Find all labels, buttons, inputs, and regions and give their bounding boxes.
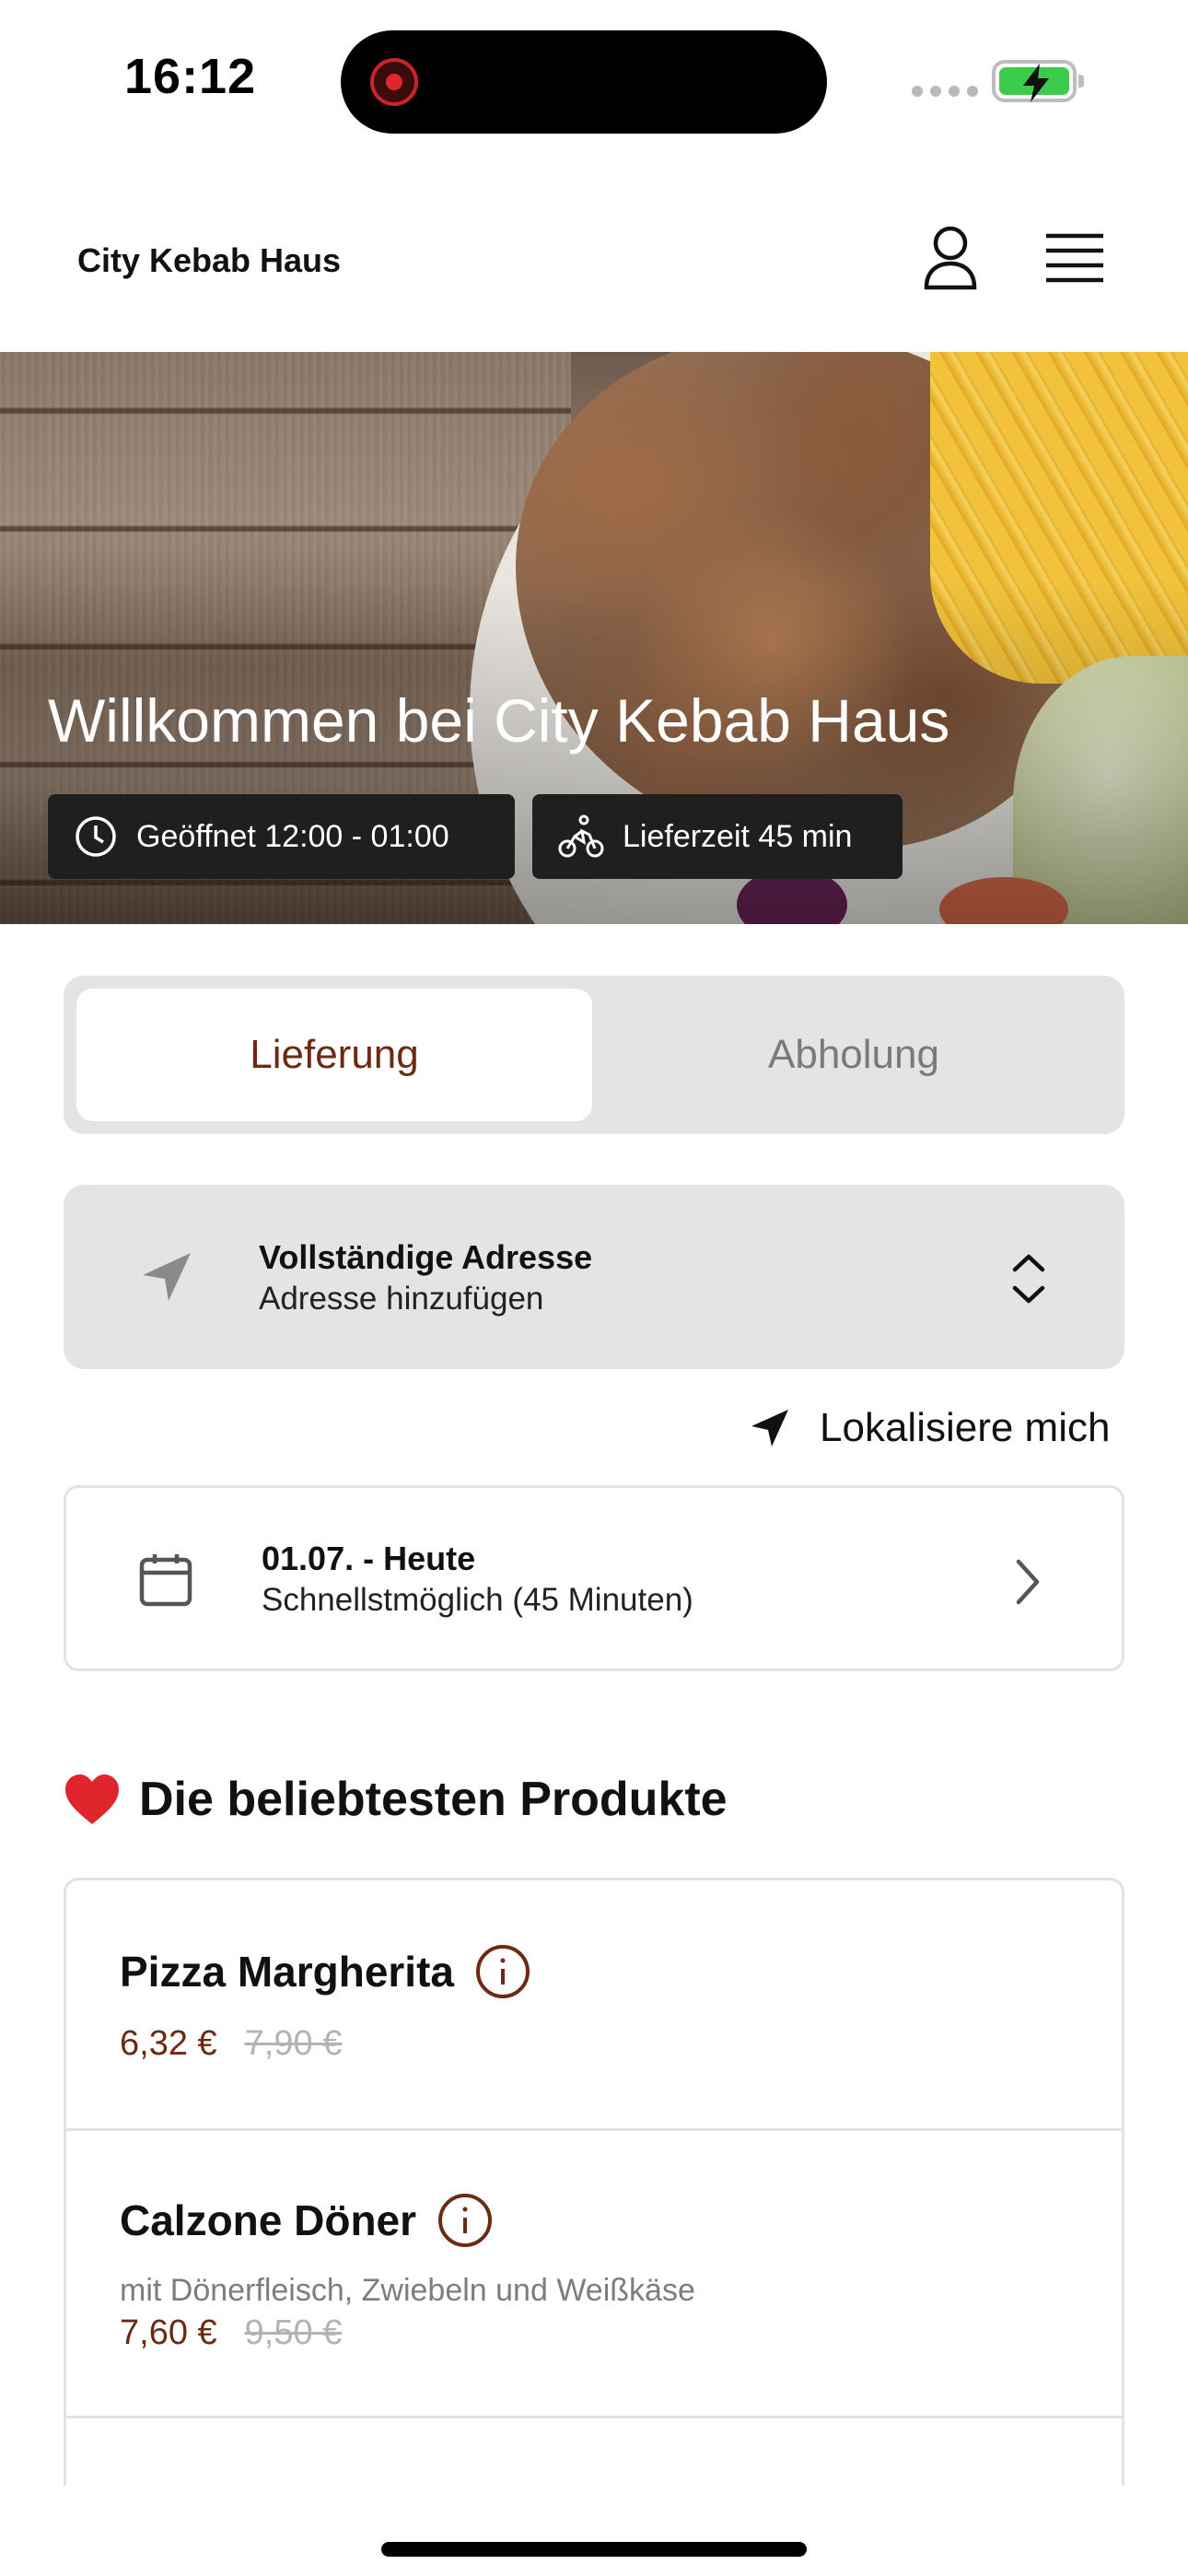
app-header: City Kebab Haus <box>0 166 1188 352</box>
dynamic-island <box>341 30 827 134</box>
locate-me-button[interactable]: Lokalisiere mich <box>748 1400 1110 1456</box>
popular-products-heading: Die beliebtesten Produkte <box>64 1767 728 1832</box>
hero-banner: Willkommen bei City Kebab Haus Geöffnet … <box>0 352 1188 924</box>
product-description: mit Dönerfleisch, Zwiebeln und Weißkäse <box>120 2273 695 2308</box>
delivery-time-selector[interactable]: 01.07. - Heute Schnellstmöglich (45 Minu… <box>64 1485 1124 1671</box>
navigation-arrow-icon <box>143 1253 191 1301</box>
bike-icon <box>558 814 604 858</box>
product-price: 6,32 € <box>120 2024 217 2063</box>
opening-hours-text: Geöffnet 12:00 - 01:00 <box>136 818 449 854</box>
clock-icon <box>76 816 116 857</box>
delivery-time-option: Schnellstmöglich (45 Minuten) <box>262 1582 693 1618</box>
locate-me-label: Lokalisiere mich <box>820 1405 1111 1450</box>
product-price-row: 7,60 € 9,50 € <box>120 2313 342 2353</box>
record-icon <box>370 58 418 106</box>
home-indicator[interactable] <box>381 2542 807 2557</box>
menu-icon[interactable] <box>1044 232 1105 284</box>
info-icon[interactable] <box>437 2192 494 2249</box>
product-name-row: Pizza Margherita <box>120 1943 531 2000</box>
product-name: Calzone Döner <box>120 2196 417 2244</box>
chevron-right-icon <box>1016 1559 1040 1605</box>
opening-hours-badge: Geöffnet 12:00 - 01:00 <box>48 794 515 879</box>
status-bar: 16:12 <box>0 0 1188 166</box>
product-old-price: 7,90 € <box>244 2024 343 2063</box>
signal-icon <box>912 86 978 97</box>
heart-icon <box>65 1774 119 1824</box>
product-price: 7,60 € <box>120 2313 217 2352</box>
address-selector[interactable]: Vollständige Adresse Adresse hinzufügen <box>64 1185 1124 1369</box>
address-placeholder: Adresse hinzufügen <box>259 1281 544 1317</box>
status-time: 16:12 <box>124 49 257 104</box>
tab-delivery[interactable]: Lieferung <box>76 989 592 1121</box>
chevron-up-down-icon <box>1012 1254 1045 1304</box>
tab-pickup[interactable]: Abholung <box>596 989 1112 1121</box>
product-card[interactable]: Calzone Döner mit Dönerfleisch, Zwiebeln… <box>66 2131 1122 2418</box>
user-icon[interactable] <box>921 225 980 291</box>
delivery-time-text: Lieferzeit 45 min <box>623 818 853 854</box>
delivery-date: 01.07. - Heute <box>262 1540 476 1577</box>
section-title: Die beliebtesten Produkte <box>139 1773 728 1826</box>
product-old-price: 9,50 € <box>244 2313 343 2352</box>
product-card[interactable] <box>66 2418 1122 2486</box>
order-mode-toggle: Lieferung Abholung <box>64 976 1124 1134</box>
info-icon[interactable] <box>474 1943 531 2000</box>
address-title: Vollständige Adresse <box>259 1238 593 1276</box>
calendar-icon <box>139 1554 192 1607</box>
product-name: Pizza Margherita <box>120 1948 454 1996</box>
location-arrow-icon <box>751 1410 788 1446</box>
popular-products-list: Pizza Margherita 6,32 € 7,90 € Calzone D… <box>64 1878 1124 2486</box>
hero-title: Willkommen bei City Kebab Haus <box>48 686 950 755</box>
product-price-row: 6,32 € 7,90 € <box>120 2024 342 2064</box>
product-card[interactable]: Pizza Margherita 6,32 € 7,90 € <box>66 1880 1122 2131</box>
brand-name[interactable]: City Kebab Haus <box>77 241 341 280</box>
battery-icon <box>992 60 1084 102</box>
product-name-row: Calzone Döner <box>120 2192 494 2249</box>
delivery-time-badge: Lieferzeit 45 min <box>532 794 903 879</box>
